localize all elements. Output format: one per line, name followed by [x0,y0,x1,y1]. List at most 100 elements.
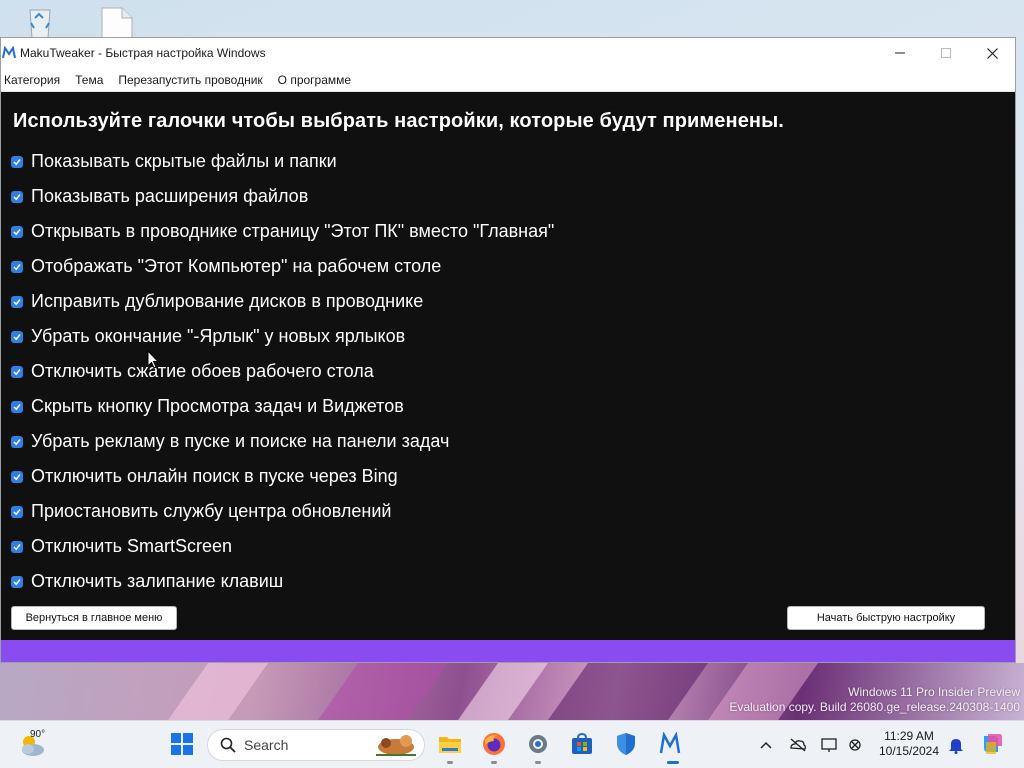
store-button[interactable] [568,730,596,758]
option-label: Убрать рекламу в пуске и поиске на панел… [31,431,450,451]
maximize-button[interactable] [923,38,969,68]
option-disable-sticky-keys[interactable]: Отключить залипание клавиш [11,564,554,599]
option-fix-duplicate-drives[interactable]: Исправить дублирование дисков в проводни… [11,284,554,319]
defender-button[interactable] [612,730,640,758]
option-label: Отключить онлайн поиск в пуске через Bin… [31,466,398,486]
checkbox[interactable] [11,540,23,553]
search-highlight-icon [376,735,416,756]
menu-restart-explorer[interactable]: Перезапустить проводник [115,73,271,87]
checkbox[interactable] [11,155,23,168]
watermark-build: Evaluation copy. Build 26080.ge_release.… [729,700,1020,714]
option-remove-shortcut-suffix[interactable]: Убрать окончание "-Ярлык" у новых ярлыко… [11,319,554,354]
minimize-icon [895,52,905,54]
makutweaker-icon [659,732,681,754]
checkbox[interactable] [11,260,23,273]
file-explorer-button[interactable] [436,730,464,758]
close-icon [986,47,998,59]
settings-icon [529,735,547,753]
option-wallpaper-compression[interactable]: Отключить сжатие обоев рабочего стола [11,354,554,389]
check-icon [13,368,21,375]
checkbox[interactable] [11,575,23,588]
accent-bar [1,640,1015,662]
option-label: Отключить SmartScreen [31,536,233,556]
option-label: Показывать скрытые файлы и папки [31,151,337,171]
check-icon [13,508,21,515]
bell-icon [949,739,963,754]
check-icon [13,263,21,270]
check-icon [13,578,21,585]
file-icon[interactable] [98,6,134,41]
check-icon [13,193,21,200]
checkbox[interactable] [11,365,23,378]
option-label: Приостановить службу центра обновлений [31,501,392,521]
checkbox[interactable] [11,330,23,343]
check-icon [13,473,21,480]
maximize-icon [941,48,951,58]
taskbar-search[interactable]: Search [207,729,425,761]
firefox-button[interactable] [480,730,508,758]
check-icon [13,438,21,445]
watermark-edition: Windows 11 Pro Insider Preview [848,685,1020,699]
start-quick-setup-button[interactable]: Начать быструю настройку [787,606,985,630]
checkbox[interactable] [11,225,23,238]
option-show-extensions[interactable]: Показывать расширения файлов [11,179,554,214]
chevron-up-icon [760,741,772,749]
search-placeholder: Search [244,737,289,753]
copilot-button[interactable] [980,732,1004,756]
show-hidden-icons-button[interactable] [756,735,776,755]
option-pause-updates[interactable]: Приостановить службу центра обновлений [11,494,554,529]
volume-muted-icon [849,739,861,751]
taskbar: 90° Search 11:29 AM 10/15/2024 [0,720,1024,768]
option-disable-bing-search[interactable]: Отключить онлайн поиск в пуске через Bin… [11,459,554,494]
option-this-computer-desktop[interactable]: Отображать "Этот Компьютер" на рабочем с… [11,249,554,284]
makutweaker-taskbar-button[interactable] [656,730,684,758]
checkbox[interactable] [11,470,23,483]
start-button[interactable] [168,730,196,758]
running-indicator [535,761,541,764]
option-hide-taskview-widgets[interactable]: Скрыть кнопку Просмотра задач и Виджетов [11,389,554,424]
check-icon [13,543,21,550]
back-to-main-menu-button[interactable]: Вернуться в главное меню [11,606,177,630]
display-button[interactable] [820,735,840,755]
store-icon [572,732,592,754]
start-icon [171,733,193,755]
clock-date: 10/15/2024 [878,744,940,758]
notifications-button[interactable] [946,735,966,755]
title-bar[interactable]: MakuTweaker - Быстрая настройка Windows [1,38,1015,68]
option-remove-ads[interactable]: Убрать рекламу в пуске и поиске на панел… [11,424,554,459]
checkbox[interactable] [11,435,23,448]
checkbox[interactable] [11,505,23,518]
option-show-hidden-files[interactable]: Показывать скрытые файлы и папки [11,144,554,179]
mouse-cursor-icon [147,349,161,374]
option-open-this-pc[interactable]: Открывать в проводнике страницу "Этот ПК… [11,214,554,249]
windows-watermark: Windows 11 Pro Insider Preview Evaluatio… [729,685,1020,715]
menu-category[interactable]: Категория [1,73,69,87]
checkbox[interactable] [11,295,23,308]
volume-button[interactable] [845,735,865,755]
check-icon [13,403,21,410]
monitor-icon [821,738,837,752]
network-disconnected-icon [790,738,806,752]
menu-theme[interactable]: Тема [72,73,112,87]
option-label: Отображать "Этот Компьютер" на рабочем с… [31,256,442,276]
system-clock[interactable]: 11:29 AM 10/15/2024 [872,729,946,759]
checkbox[interactable] [11,190,23,203]
settings-button[interactable] [524,730,552,758]
option-disable-smartscreen[interactable]: Отключить SmartScreen [11,529,554,564]
minimize-button[interactable] [877,38,923,68]
defender-icon [617,733,635,755]
menu-about[interactable]: О программе [275,73,360,87]
option-label: Скрыть кнопку Просмотра задач и Виджетов [31,396,404,416]
check-icon [13,158,21,165]
option-label: Убрать окончание "-Ярлык" у новых ярлыко… [31,326,406,346]
option-label: Открывать в проводнике страницу "Этот ПК… [31,221,555,241]
network-button[interactable] [788,735,808,755]
page-title: Используйте галочки чтобы выбрать настро… [13,110,784,132]
option-label: Отключить сжатие обоев рабочего стола [31,361,374,381]
checkbox[interactable] [11,400,23,413]
close-button[interactable] [969,38,1015,68]
recycle-bin-icon[interactable] [22,6,58,40]
clock-time: 11:29 AM [884,729,934,743]
running-indicator [491,761,497,764]
copilot-icon [984,734,1002,754]
